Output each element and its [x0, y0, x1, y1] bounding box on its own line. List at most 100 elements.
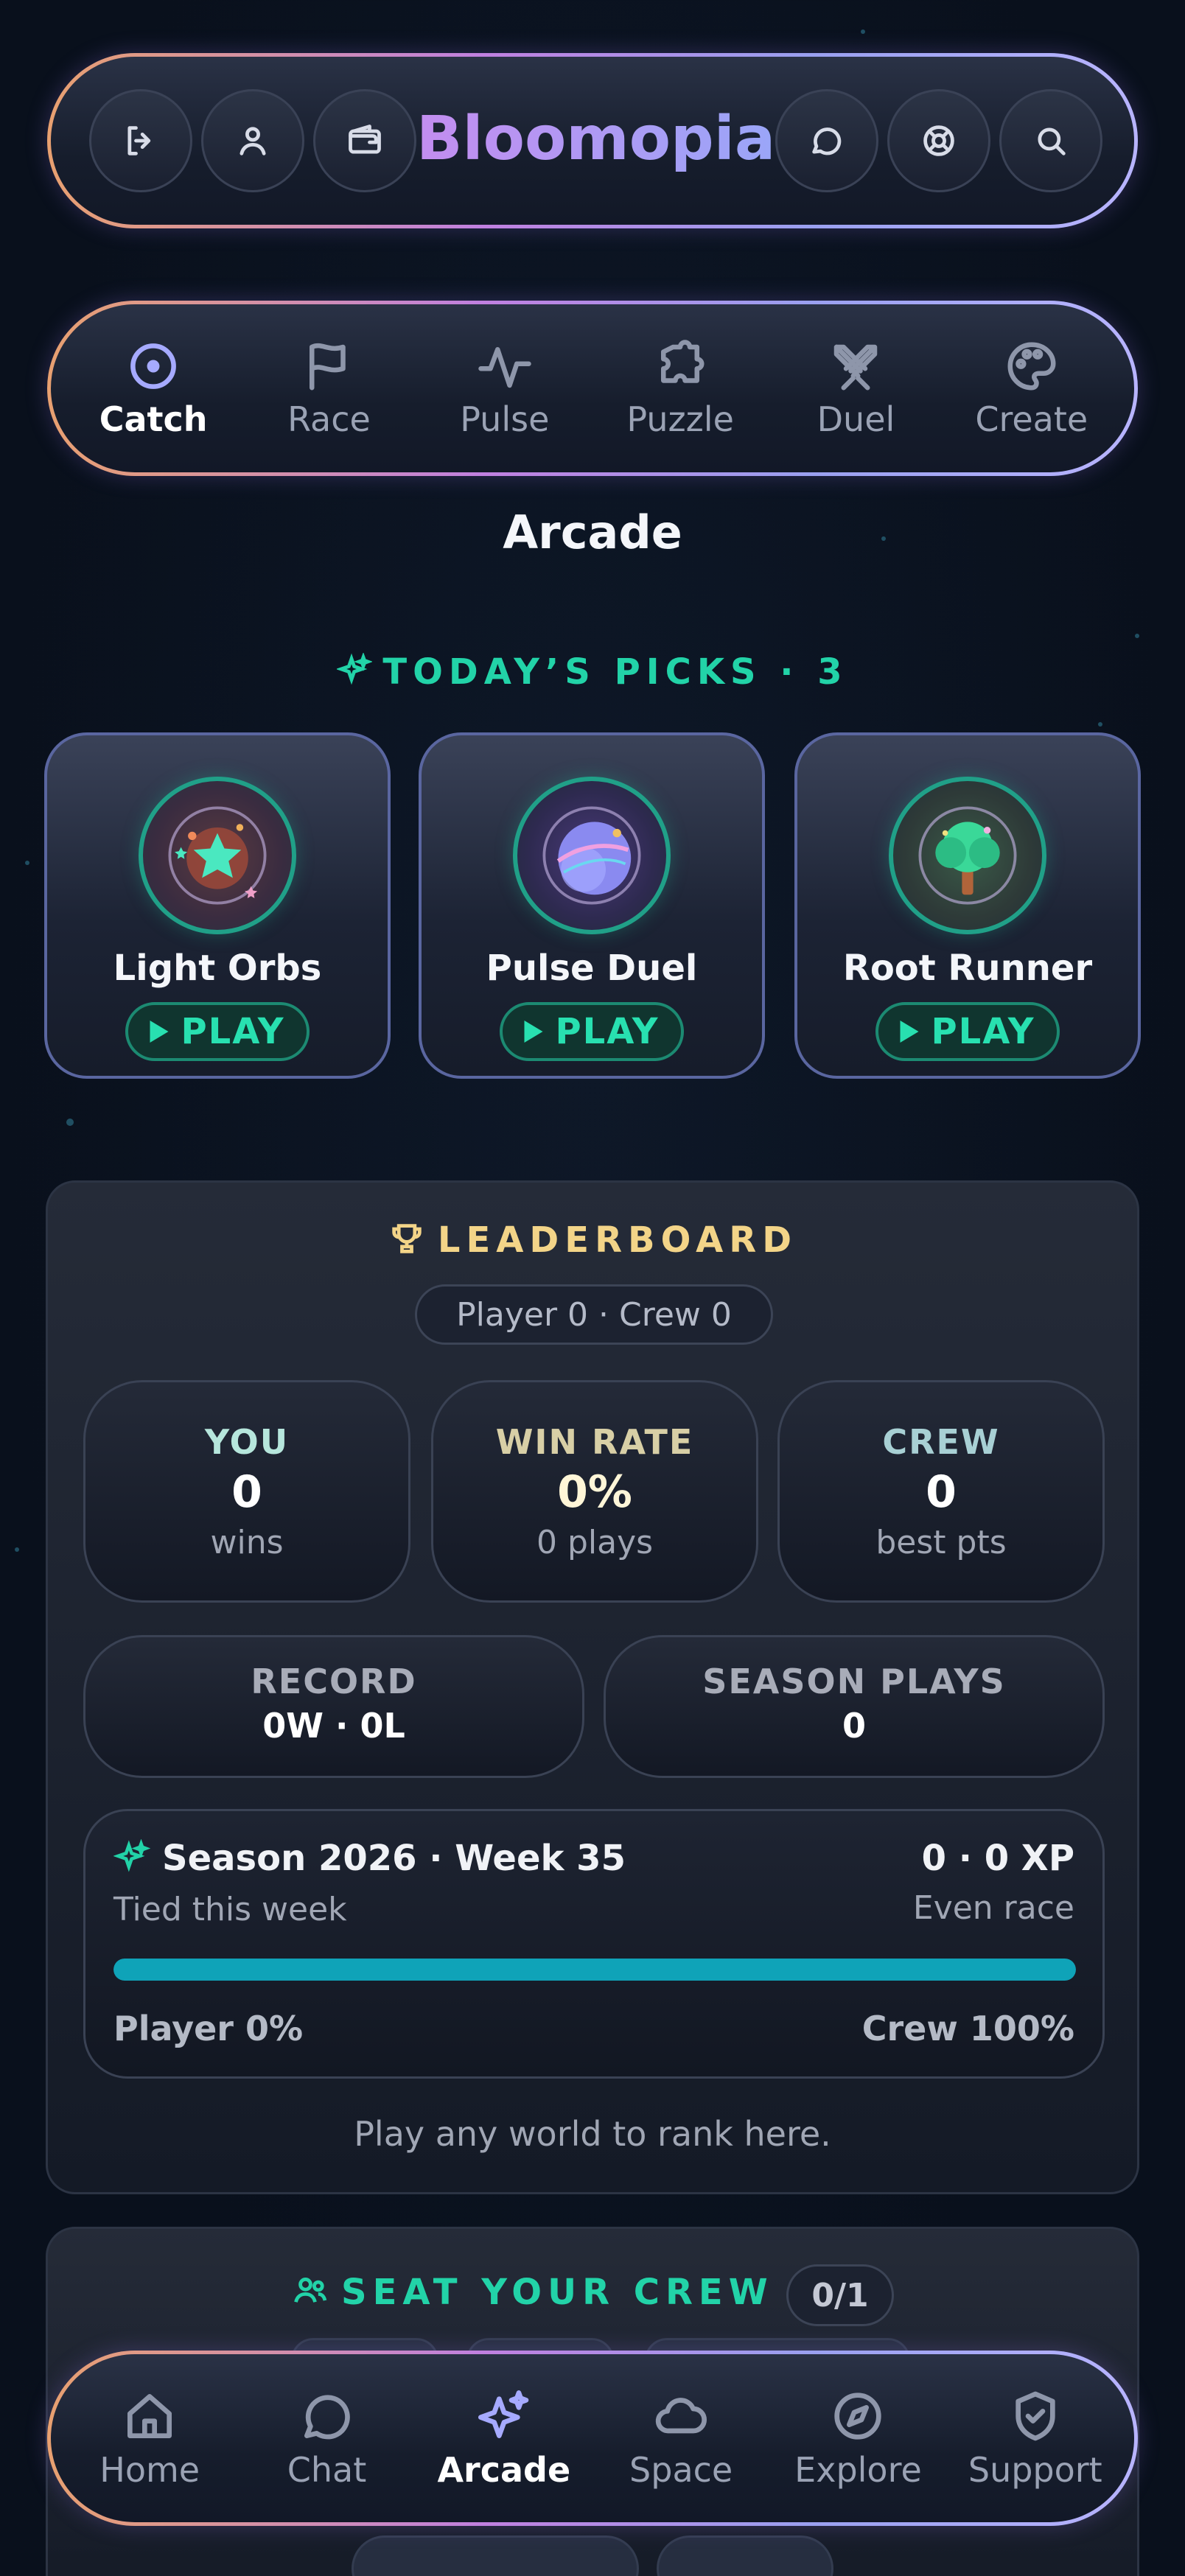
play-button[interactable]: PLAY [125, 1002, 310, 1061]
nav-support[interactable]: Support [951, 2387, 1119, 2490]
stat-label: RECORD [251, 1662, 417, 1701]
help-button[interactable] [887, 89, 991, 192]
planet-icon [542, 806, 641, 905]
pick-title: Root Runner [842, 948, 1093, 989]
tab-label: Pulse [460, 399, 550, 439]
nav-arcade[interactable]: Arcade [420, 2387, 588, 2490]
score-chip: Player 0 · Crew 0 [415, 1284, 773, 1345]
stat-value: 0 [231, 1466, 262, 1518]
background-star [1135, 634, 1139, 638]
tab-label: Catch [99, 399, 208, 439]
target-icon [130, 343, 177, 389]
crew-heading: SEAT YOUR CREW [291, 2272, 774, 2313]
stat-label: WIN RATE [495, 1421, 694, 1462]
stat-season-plays: SEASON PLAYS 0 [604, 1635, 1105, 1778]
profile-button[interactable] [201, 89, 304, 192]
category-tabs: Catch Race Pulse Puzzle Duel Create [47, 301, 1138, 476]
trophy-icon [392, 1224, 422, 1253]
stat-value: 0 [926, 1466, 957, 1518]
nav-label: Support [968, 2450, 1102, 2490]
play-icon [524, 1021, 543, 1043]
tab-pulse[interactable]: Pulse [424, 337, 586, 439]
season-xp: 0 · 0 XP [921, 1838, 1074, 1879]
messages-button[interactable] [775, 89, 879, 192]
tree-icon [918, 806, 1017, 905]
header-left-actions [89, 89, 416, 192]
pick-card-pulse-duel[interactable]: Pulse Duel PLAY [419, 732, 765, 1079]
crew-count-badge: 0/1 [786, 2264, 894, 2326]
nav-home[interactable]: Home [66, 2387, 234, 2490]
chat-icon [304, 2395, 351, 2440]
stat-sub: 0 plays [536, 1523, 654, 1561]
game-thumbnail [139, 777, 296, 934]
season-heading: Season 2026 · Week 35 [113, 1838, 626, 1879]
stat-value: 0 [842, 1706, 866, 1746]
background-star [25, 861, 29, 865]
lifebuoy-icon [923, 125, 955, 156]
shield-check-icon [1016, 2391, 1055, 2441]
palette-icon [1007, 342, 1056, 391]
stat-label: SEASON PLAYS [702, 1662, 1006, 1701]
users-icon [294, 2278, 327, 2303]
tab-create[interactable]: Create [951, 337, 1113, 439]
game-thumbnail [889, 777, 1046, 934]
player-share: Player 0% [113, 2009, 304, 2048]
leaderboard-heading: LEADERBOARD [48, 1219, 1137, 1261]
stat-sub: wins [210, 1523, 284, 1561]
play-button[interactable]: PLAY [875, 1002, 1060, 1061]
leaderboard-card: LEADERBOARD Player 0 · Crew 0 YOU 0 wins… [46, 1180, 1139, 2194]
sparkles-icon [113, 1838, 151, 1872]
app-header: Bloomopia [47, 53, 1138, 228]
play-icon [150, 1021, 169, 1043]
wallet-icon [349, 125, 381, 154]
swords-icon [834, 344, 878, 391]
pulse-icon [478, 347, 531, 388]
race-status: Even race [912, 1889, 1074, 1927]
compass-icon [834, 2393, 882, 2440]
tab-label: Race [287, 399, 371, 439]
bottom-navigation: Home Chat Arcade Space Explore Support [47, 2351, 1138, 2526]
background-star [861, 29, 865, 34]
progress-fill [113, 1959, 1076, 1981]
background-star [1098, 722, 1102, 727]
leaderboard-hint: Play any world to rank here. [354, 2114, 831, 2154]
crew-title: SEAT YOUR CREW [341, 2272, 774, 2313]
tab-puzzle[interactable]: Puzzle [599, 337, 761, 439]
nav-explore[interactable]: Explore [774, 2387, 942, 2490]
nav-label: Explore [794, 2450, 922, 2490]
crew-action-pill[interactable] [352, 2535, 639, 2576]
season-title: Season 2026 · Week 35 [162, 1838, 626, 1879]
nav-space[interactable]: Space [597, 2387, 765, 2490]
stat-value: 0W · 0L [262, 1706, 405, 1746]
pick-card-root-runner[interactable]: Root Runner PLAY [794, 732, 1141, 1079]
picks-heading: TODAY’S PICKS · 3 [0, 651, 1185, 693]
pick-card-light-orbs[interactable]: Light Orbs PLAY [44, 732, 391, 1079]
stat-record: RECORD 0W · 0L [83, 1635, 584, 1778]
tab-race[interactable]: Race [248, 337, 410, 439]
sparkles-icon [478, 2390, 529, 2438]
season-status: Tied this week [113, 1891, 347, 1928]
play-button[interactable]: PLAY [500, 1002, 684, 1061]
tab-duel[interactable]: Duel [775, 337, 937, 439]
tab-label: Create [975, 399, 1088, 439]
season-progress-bar [113, 1959, 1076, 1981]
background-star [15, 1547, 19, 1552]
stat-you: YOU 0 wins [83, 1380, 410, 1603]
nav-label: Chat [287, 2450, 367, 2490]
stat-crew: CREW 0 best pts [777, 1380, 1105, 1603]
stat-win-rate: WIN RATE 0% 0 plays [431, 1380, 758, 1603]
crew-action-pill[interactable] [657, 2535, 833, 2576]
home-icon [127, 2394, 172, 2438]
game-thumbnail [513, 777, 671, 934]
tab-catch[interactable]: Catch [72, 337, 234, 439]
search-button[interactable] [999, 89, 1103, 192]
logout-button[interactable] [89, 89, 192, 192]
logout-icon [127, 126, 151, 155]
leaderboard-title: LEADERBOARD [437, 1219, 798, 1261]
nav-chat[interactable]: Chat [242, 2387, 410, 2490]
chat-bubble-icon [812, 127, 842, 155]
stat-label: CREW [882, 1421, 1000, 1462]
wallet-button[interactable] [313, 89, 416, 192]
brand-title[interactable]: Bloomopia [416, 104, 775, 174]
puzzle-icon [661, 340, 705, 383]
